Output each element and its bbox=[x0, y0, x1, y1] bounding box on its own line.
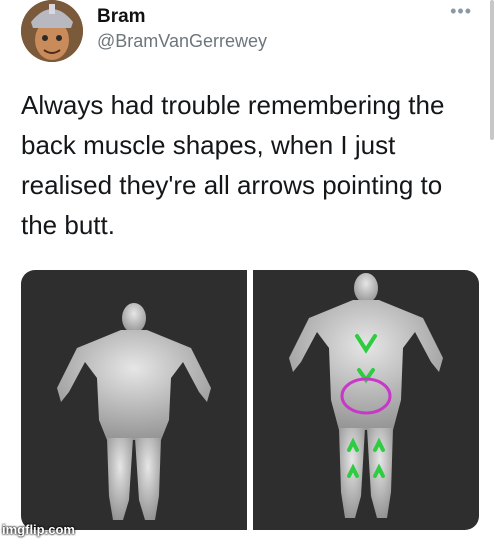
scrollbar[interactable] bbox=[490, 0, 494, 140]
muscle-back-figure-icon bbox=[57, 303, 211, 520]
watermark: imgflip.com bbox=[2, 522, 75, 537]
tweet-text: Always had trouble remembering the back … bbox=[21, 90, 445, 240]
media-panel-right[interactable] bbox=[253, 270, 479, 530]
more-options-icon[interactable]: ••• bbox=[450, 2, 472, 20]
user-handle[interactable]: @BramVanGerrewey bbox=[97, 31, 267, 52]
display-name[interactable]: Bram bbox=[97, 6, 146, 28]
avatar-image-icon bbox=[21, 0, 83, 62]
muscle-back-figure-annotated-icon bbox=[289, 273, 443, 518]
avatar[interactable] bbox=[21, 0, 83, 62]
media-panel-left[interactable] bbox=[21, 270, 247, 530]
tweet-media[interactable] bbox=[21, 270, 479, 530]
